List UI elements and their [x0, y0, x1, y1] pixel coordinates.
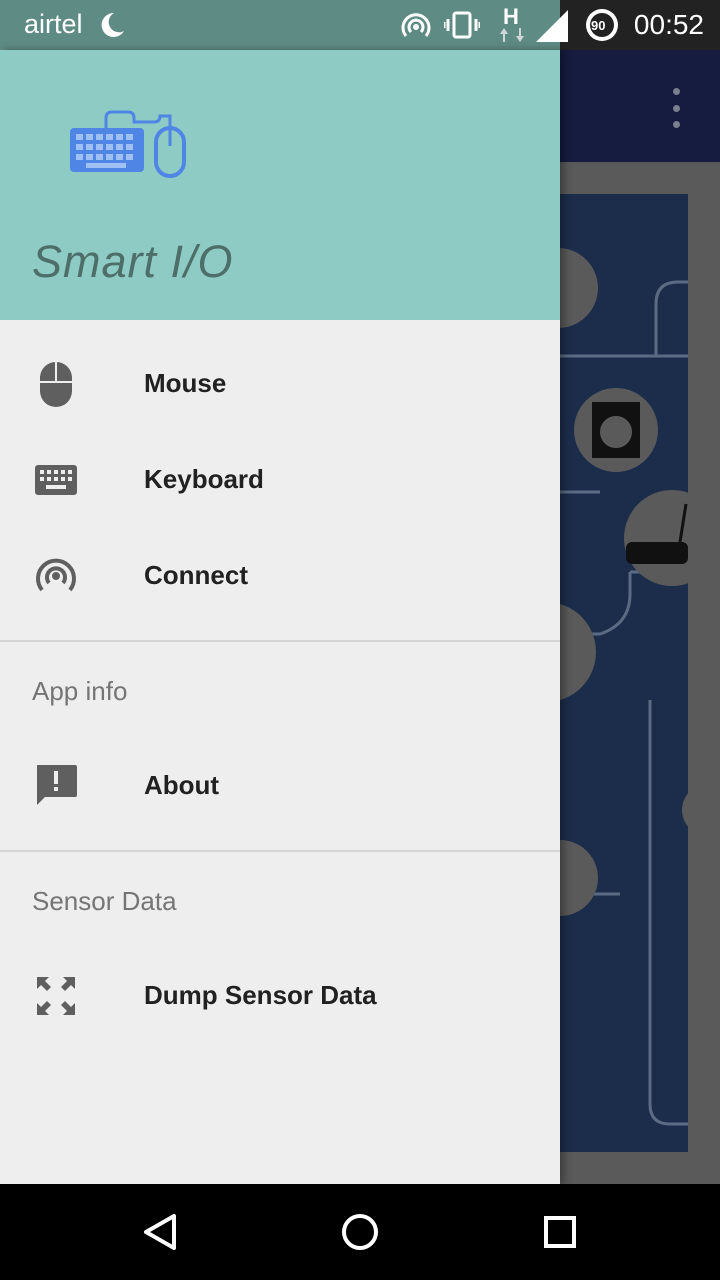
- keyboard-mouse-logo-icon: [70, 110, 186, 178]
- home-icon[interactable]: [336, 1208, 384, 1256]
- divider: [0, 640, 560, 642]
- drawer-item-label: Connect: [144, 560, 248, 590]
- section-header-app-info: App info: [32, 676, 128, 706]
- moon-icon: [101, 12, 124, 37]
- drawer-item-label: Keyboard: [144, 464, 264, 494]
- battery-level: 90: [591, 18, 606, 33]
- drawer-item-label: Mouse: [144, 368, 227, 398]
- drawer-header: Smart I/O: [0, 50, 560, 320]
- drawer-item-keyboard[interactable]: Keyboard: [0, 432, 560, 528]
- carrier-name: airtel: [24, 9, 83, 39]
- keyboard-icon: [32, 456, 80, 504]
- network-type: H: [503, 4, 519, 29]
- drawer-item-connect[interactable]: Connect: [0, 528, 560, 624]
- drawer-item-dump-sensor-data[interactable]: Dump Sensor Data: [0, 948, 560, 1044]
- hotspot-icon: [401, 13, 431, 37]
- status-bar: airtel H 90 00:52: [0, 0, 720, 50]
- recents-icon[interactable]: [536, 1208, 584, 1256]
- drawer-item-label: About: [144, 770, 220, 800]
- vibrate-icon: [444, 11, 480, 39]
- drawer-item-label: Dump Sensor Data: [144, 980, 377, 1010]
- section-header-sensor-data: Sensor Data: [32, 886, 177, 916]
- feedback-icon: [32, 762, 80, 810]
- system-nav-bar: [0, 1184, 720, 1280]
- status-clock: 00:52: [633, 9, 704, 40]
- signal-icon: [536, 10, 568, 42]
- navigation-drawer: Smart I/O Mouse Keyboard Connect App inf…: [0, 50, 560, 1184]
- back-icon[interactable]: [136, 1208, 184, 1256]
- drawer-item-mouse[interactable]: Mouse: [0, 336, 560, 432]
- expand-arrows-icon: [32, 972, 80, 1020]
- mouse-icon: [32, 360, 80, 408]
- overflow-menu-icon[interactable]: [662, 88, 690, 128]
- app-title: Smart I/O: [32, 236, 234, 287]
- background-illustration: [560, 194, 688, 1152]
- drawer-item-about[interactable]: About: [0, 738, 560, 834]
- appliance-circuit-illustration: [560, 248, 688, 1126]
- divider: [0, 850, 560, 852]
- wireless-icon: [32, 552, 80, 600]
- data-arrows-icon: [500, 28, 524, 42]
